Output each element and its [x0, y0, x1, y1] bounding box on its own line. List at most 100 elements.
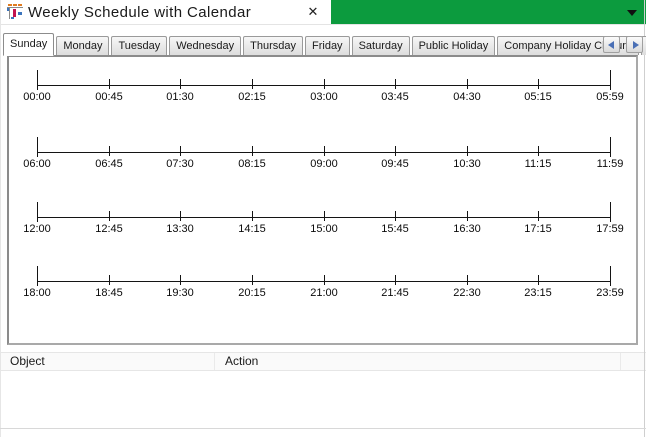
timeline-time-label: 01:30 [166, 91, 194, 103]
timeline-time-label: 12:45 [95, 223, 123, 235]
timeline-time-label: 10:30 [453, 158, 481, 170]
timeline-canvas[interactable]: 00:00 00:45 01:30 02:15 03:00 03:45 04:30 05:15… [9, 57, 636, 343]
strip-separator [0, 24, 646, 25]
timeline-tick [610, 266, 611, 286]
tab-list-dropdown-icon[interactable] [627, 10, 637, 16]
timeline-tick [252, 146, 253, 156]
timeline-tick [37, 266, 38, 286]
window-right-edge [644, 0, 645, 437]
timeline-tick [538, 275, 539, 285]
tab-scroll-buttons [601, 36, 643, 58]
timeline-time-label: 05:15 [524, 91, 552, 103]
timeline-tick [109, 79, 110, 89]
timeline-time-label: 18:00 [23, 287, 51, 299]
timeline-tick [180, 211, 181, 221]
timeline-tick [467, 79, 468, 89]
timeline-time-label: 17:59 [596, 223, 624, 235]
tab-scroll-left-button[interactable] [602, 36, 620, 53]
timeline-tick [252, 79, 253, 89]
document-tab-title: Weekly Schedule with Calendar [28, 4, 252, 21]
timeline-tick [109, 146, 110, 156]
document-tab-strip: Weekly Schedule with Calendar ✕ [0, 0, 646, 24]
window-left-edge [0, 0, 1, 437]
timeline-time-label: 15:00 [310, 223, 338, 235]
timeline-time-label: 11:59 [596, 158, 624, 170]
day-tab-thursday[interactable]: Thursday [243, 36, 303, 55]
timeline-tick [538, 79, 539, 89]
day-tab-monday[interactable]: Monday [56, 36, 110, 55]
timeline-tick [538, 146, 539, 156]
timeline-time-label: 23:59 [596, 287, 624, 299]
timeline-time-label: 06:45 [95, 158, 123, 170]
day-tab-wednesday[interactable]: Wednesday [169, 36, 242, 55]
timeline-time-label: 20:15 [238, 287, 266, 299]
timeline-tick [324, 211, 325, 221]
timeline-tick [610, 202, 611, 222]
tab-scroll-right-button[interactable] [626, 36, 643, 53]
timeline-time-label: 08:15 [238, 158, 266, 170]
timeline-time-label: 12:00 [23, 223, 51, 235]
timeline-time-label: 21:00 [310, 287, 338, 299]
day-tab-tuesday[interactable]: Tuesday [111, 36, 168, 55]
timeline-tick [467, 211, 468, 221]
timeline-tick [180, 79, 181, 89]
timeline-tick [37, 137, 38, 157]
timeline-time-label: 09:45 [381, 158, 409, 170]
timeline-time-label: 19:30 [166, 287, 194, 299]
timeline-tick [324, 146, 325, 156]
timeline-tick [467, 146, 468, 156]
day-tab-friday[interactable]: Friday [305, 36, 350, 55]
close-icon[interactable]: ✕ [304, 3, 322, 21]
action-table-body[interactable] [0, 371, 646, 428]
day-tab-bar: Sunday Monday Tuesday Wednesday Thursday Frid… [3, 33, 646, 56]
timeline-time-label: 02:15 [238, 91, 266, 103]
timeline-time-label: 03:45 [381, 91, 409, 103]
timeline-tick [395, 79, 396, 89]
timeline-tick [109, 211, 110, 221]
timeline-tick [109, 275, 110, 285]
timeline-time-label: 00:00 [23, 91, 51, 103]
timeline-time-label: 05:59 [596, 91, 624, 103]
timeline-time-label: 13:30 [166, 223, 194, 235]
timeline-time-label: 17:15 [524, 223, 552, 235]
weekly-schedule-gantt-icon [7, 4, 23, 20]
timeline-tick [610, 137, 611, 157]
timeline-time-label: 14:15 [238, 223, 266, 235]
document-tab-weekly-schedule[interactable]: Weekly Schedule with Calendar ✕ [0, 0, 331, 24]
timeline-time-label: 07:30 [166, 158, 194, 170]
timeline-time-label: 04:30 [453, 91, 481, 103]
timeline-time-label: 21:45 [381, 287, 409, 299]
column-header-object[interactable]: Object [0, 353, 215, 370]
timeline-time-label: 09:00 [310, 158, 338, 170]
left-triangle-icon [607, 41, 614, 49]
timeline-time-label: 15:45 [381, 223, 409, 235]
day-tab-public-holiday[interactable]: Public Holiday [411, 36, 496, 55]
timeline-tick [395, 211, 396, 221]
timeline-time-label: 22:30 [453, 287, 481, 299]
column-header-action[interactable]: Action [215, 353, 621, 370]
timeline-tick [467, 275, 468, 285]
timeline-time-label: 23:15 [524, 287, 552, 299]
timeline-time-label: 06:00 [23, 158, 51, 170]
schedule-timeline-panel: 00:00 00:45 01:30 02:15 03:00 03:45 04:30 05:15… [7, 55, 638, 345]
timeline-time-label: 18:45 [95, 287, 123, 299]
window-bottom-line [0, 428, 646, 429]
timeline-tick [324, 275, 325, 285]
timeline-tick [610, 70, 611, 90]
action-table-header: Object Action [0, 352, 646, 371]
timeline-time-label: 00:45 [95, 91, 123, 103]
timeline-tick [395, 146, 396, 156]
right-triangle-icon [633, 41, 639, 49]
day-tab-sunday[interactable]: Sunday [3, 33, 55, 56]
timeline-tick [180, 275, 181, 285]
timeline-tick [324, 79, 325, 89]
timeline-tick [538, 211, 539, 221]
timeline-tick [395, 275, 396, 285]
timeline-tick [37, 70, 38, 90]
timeline-time-label: 16:30 [453, 223, 481, 235]
column-header-filler [621, 353, 646, 370]
day-tab-saturday[interactable]: Saturday [351, 36, 410, 55]
timeline-tick [252, 211, 253, 221]
timeline-tick [37, 202, 38, 222]
timeline-time-label: 03:00 [310, 91, 338, 103]
